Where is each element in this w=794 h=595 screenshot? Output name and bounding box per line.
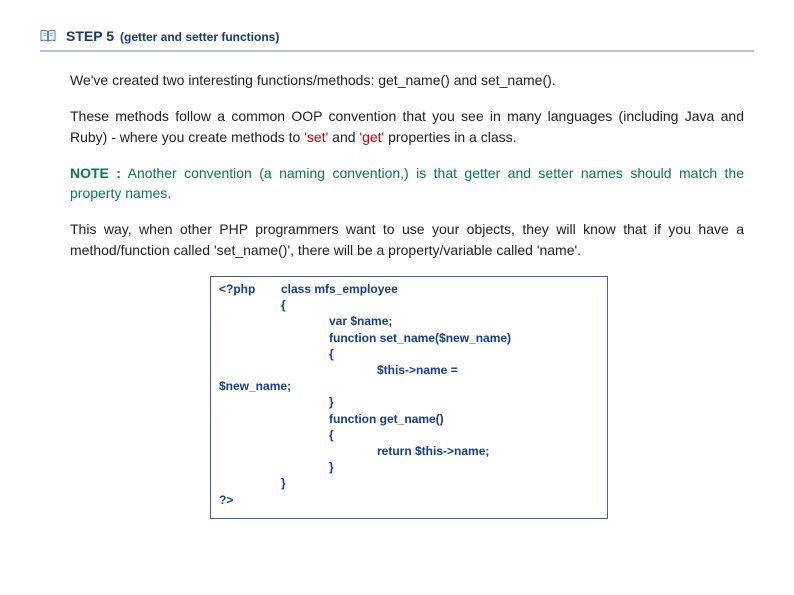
- code-brace-close: }: [329, 394, 599, 410]
- code-var: var $name;: [329, 313, 599, 329]
- code-brace-outer-close: }: [281, 475, 286, 491]
- p2-and: and: [328, 129, 359, 145]
- code-brace-open: {: [281, 297, 599, 313]
- step-label: STEP 5: [66, 28, 114, 44]
- p2-get: 'get': [359, 129, 384, 145]
- step-subtitle: (getter and setter functions): [120, 30, 279, 44]
- divider: [40, 50, 754, 52]
- book-icon: [40, 29, 56, 43]
- code-open: <?php: [219, 281, 281, 313]
- p2-set: 'set': [304, 129, 328, 145]
- code-brace2: {: [329, 346, 599, 362]
- p3-rest: Another convention (a naming convention,…: [70, 165, 744, 201]
- code-fn-set: function set_name($new_name): [329, 330, 599, 346]
- paragraph-2: These methods follow a common OOP conven…: [70, 106, 744, 147]
- paragraph-3: NOTE : Another convention (a naming conv…: [70, 163, 744, 204]
- paragraph-1: We've created two interesting functions/…: [70, 70, 744, 90]
- code-brace-close2: }: [329, 459, 599, 475]
- code-return: return $this->name;: [377, 443, 599, 459]
- code-brace3: {: [329, 427, 599, 443]
- step-header: STEP 5 (getter and setter functions): [40, 28, 754, 44]
- code-close: ?>: [219, 492, 599, 508]
- code-this-assign: $this->name =: [377, 362, 599, 378]
- paragraph-4: This way, when other PHP programmers wan…: [70, 219, 744, 260]
- p1-text: We've created two interesting functions/…: [70, 72, 556, 88]
- code-class: class mfs_employee: [281, 281, 599, 297]
- step-title: STEP 5 (getter and setter functions): [66, 28, 279, 44]
- p3-note: NOTE :: [70, 165, 121, 181]
- p4-text: This way, when other PHP programmers wan…: [70, 221, 744, 257]
- code-block: <?php class mfs_employee { var $name; fu…: [210, 276, 608, 519]
- p2-b: properties in a class.: [384, 129, 516, 145]
- page: STEP 5 (getter and setter functions) We'…: [0, 0, 794, 539]
- code-fn-get: function get_name(): [329, 411, 599, 427]
- code-newname: $new_name;: [219, 378, 599, 394]
- body-content: We've created two interesting functions/…: [40, 70, 754, 519]
